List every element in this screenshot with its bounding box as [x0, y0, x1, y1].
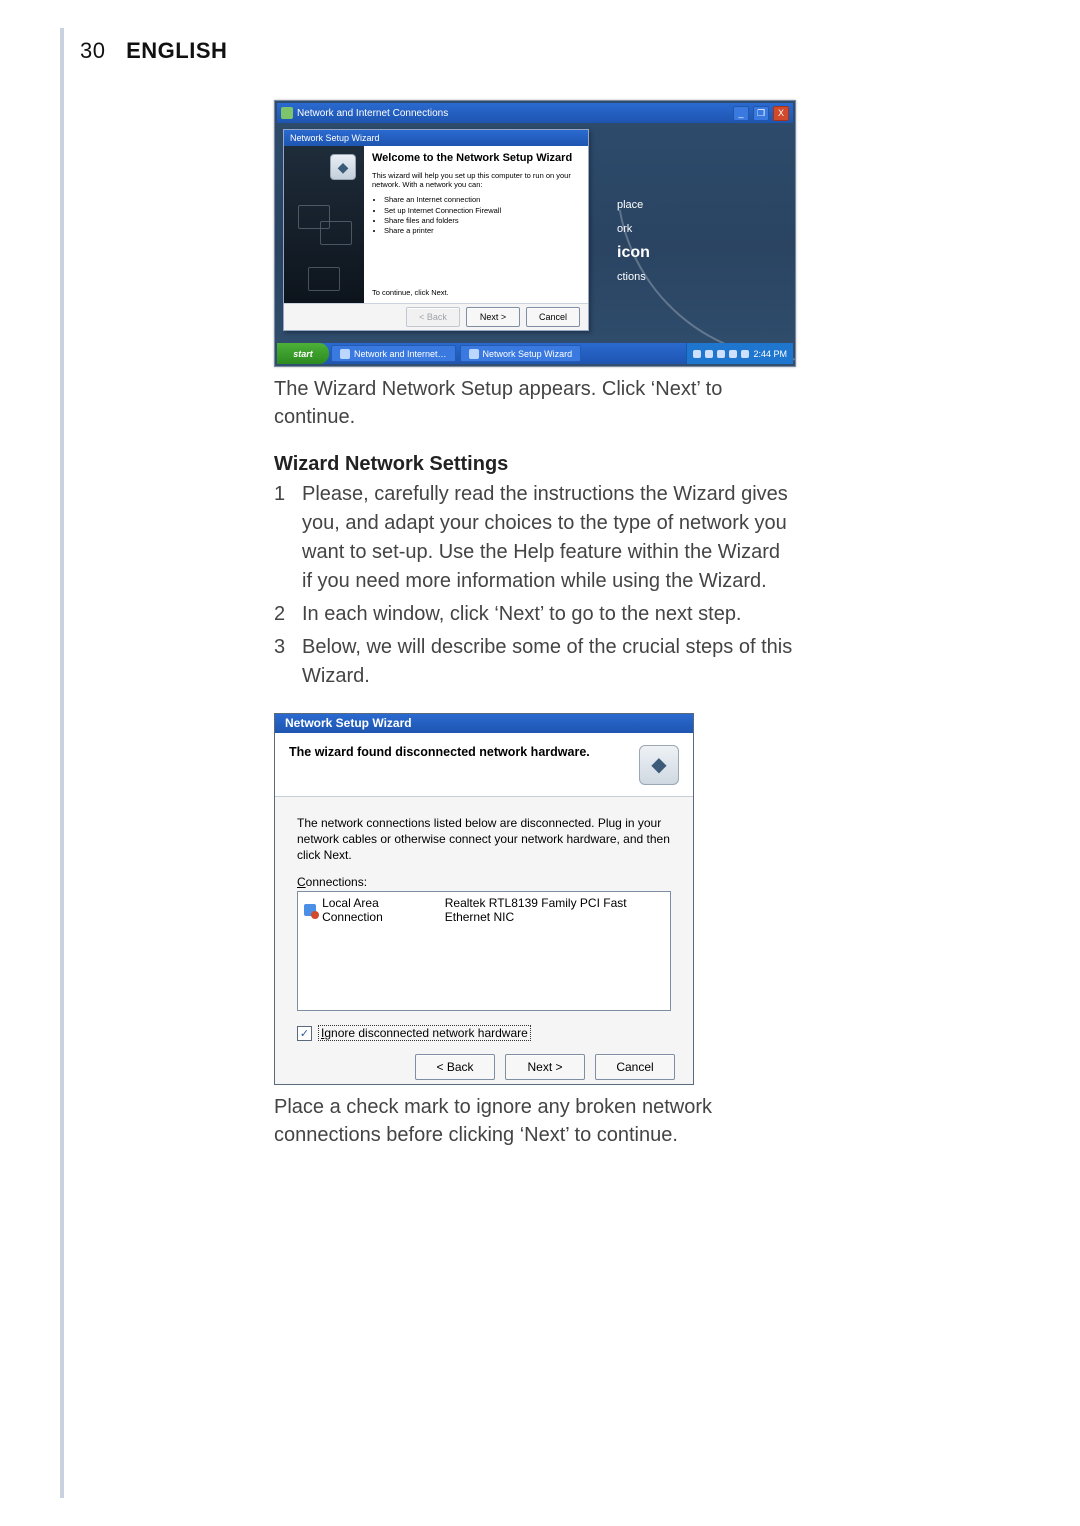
steps-list: Please, carefully read the instructions …: [274, 480, 794, 691]
wizard2-button-row: < Back Next > Cancel: [275, 1049, 693, 1084]
next-button[interactable]: Next >: [505, 1054, 585, 1080]
control-panel-side-labels: place ork icon ctions: [617, 193, 650, 289]
wizard-continue-hint: To continue, click Next.: [372, 288, 580, 299]
wizard2-title-text: Network Setup Wizard: [285, 716, 412, 730]
page-language: ENGLISH: [126, 38, 227, 63]
wizard2-header-text: The wizard found disconnected network ha…: [289, 745, 639, 759]
figure2-caption: Place a check mark to ignore any broken …: [274, 1093, 794, 1149]
wizard-intro-text: This wizard will help you set up this co…: [372, 171, 580, 190]
connection-name: Local Area Connection: [322, 896, 426, 924]
taskbar-app-icon: [469, 349, 479, 359]
step-item: In each window, click ‘Next’ to go to th…: [274, 600, 794, 629]
ignore-label-rest: gnore disconnected network hardware: [324, 1026, 527, 1040]
cancel-button[interactable]: Cancel: [526, 307, 580, 327]
side-label-icon: icon: [617, 241, 650, 265]
explorer-title-text: Network and Internet Connections: [297, 108, 448, 119]
tray-icon: [705, 350, 713, 358]
network-hardware-icon: ◆: [639, 745, 679, 785]
wizard-titlebar: Network Setup Wizard: [284, 130, 588, 146]
page-number: 30: [80, 38, 105, 63]
wizard-feature-item: Share an Internet connection: [384, 195, 580, 205]
wizard-heading: Welcome to the Network Setup Wizard: [372, 152, 580, 165]
system-tray[interactable]: 2:44 PM: [686, 343, 793, 364]
tray-clock: 2:44 PM: [753, 349, 787, 359]
explorer-favicon-icon: [281, 107, 293, 119]
wizard2-header: The wizard found disconnected network ha…: [275, 733, 693, 797]
tray-icon: [693, 350, 701, 358]
back-button[interactable]: < Back: [415, 1054, 495, 1080]
taskbar-app-icon: [340, 349, 350, 359]
wizard-title-text: Network Setup Wizard: [290, 133, 380, 143]
taskbar-item-network-internet[interactable]: Network and Internet…: [331, 345, 456, 362]
maximize-button[interactable]: ❐: [753, 106, 769, 121]
taskbar: start Network and Internet… Network Setu…: [277, 343, 793, 364]
connections-label-rest: onnections:: [306, 875, 367, 889]
connections-label: Connections:: [297, 875, 671, 889]
network-globe-icon: ◆: [330, 154, 356, 180]
figure-welcome-wizard: Network and Internet Connections _ ❐ X p…: [274, 100, 796, 367]
network-setup-wizard-window: Network Setup Wizard ◆ Welcome to the Ne…: [283, 129, 589, 331]
taskbar-item-label: Network and Internet…: [354, 349, 447, 359]
tray-icon: [729, 350, 737, 358]
ignore-checkbox-row[interactable]: ✓ Ignore disconnected network hardware: [297, 1025, 671, 1041]
wizard2-description: The network connections listed below are…: [297, 815, 671, 864]
step-item: Below, we will describe some of the cruc…: [274, 633, 794, 691]
start-button[interactable]: start: [277, 343, 329, 364]
tray-icon: [741, 350, 749, 358]
tray-icon: [717, 350, 725, 358]
figure-disconnected-hardware: Network Setup Wizard The wizard found di…: [274, 713, 694, 1085]
next-button[interactable]: Next >: [466, 307, 520, 327]
connections-listbox[interactable]: Local Area Connection Realtek RTL8139 Fa…: [297, 891, 671, 1011]
wizard2-titlebar: Network Setup Wizard: [275, 714, 693, 733]
section-title: Wizard Network Settings: [274, 453, 794, 476]
cancel-button[interactable]: Cancel: [595, 1054, 675, 1080]
side-label-ork: ork: [617, 217, 650, 241]
page-header: 30 ENGLISH: [80, 38, 227, 64]
connection-device: Realtek RTL8139 Family PCI Fast Ethernet…: [445, 896, 664, 924]
back-button: < Back: [406, 307, 460, 327]
wizard-feature-list: Share an Internet connection Set up Inte…: [384, 195, 580, 236]
side-label-ctions: ctions: [617, 265, 650, 289]
lan-disconnected-icon: [304, 904, 316, 916]
taskbar-item-network-setup-wizard[interactable]: Network Setup Wizard: [460, 345, 582, 362]
ignore-checkbox[interactable]: ✓: [297, 1026, 312, 1041]
figure1-caption: The Wizard Network Setup appears. Click …: [274, 375, 794, 431]
minimize-button[interactable]: _: [733, 106, 749, 121]
taskbar-item-label: Network Setup Wizard: [483, 349, 573, 359]
step-item: Please, carefully read the instructions …: [274, 480, 794, 596]
wizard-feature-item: Share a printer: [384, 226, 580, 236]
explorer-titlebar: Network and Internet Connections _ ❐ X: [277, 103, 793, 123]
connection-row[interactable]: Local Area Connection Realtek RTL8139 Fa…: [304, 896, 664, 924]
wizard-feature-item: Share files and folders: [384, 216, 580, 226]
close-button[interactable]: X: [773, 106, 789, 121]
wizard-button-row: < Back Next > Cancel: [284, 303, 588, 330]
side-label-place: place: [617, 193, 650, 217]
explorer-window: Network and Internet Connections _ ❐ X p…: [277, 103, 793, 364]
connections-label-accel: C: [297, 875, 306, 889]
wizard-feature-item: Set up Internet Connection Firewall: [384, 206, 580, 216]
ignore-checkbox-label: Ignore disconnected network hardware: [318, 1025, 531, 1041]
wizard-side-art: ◆: [284, 146, 364, 303]
